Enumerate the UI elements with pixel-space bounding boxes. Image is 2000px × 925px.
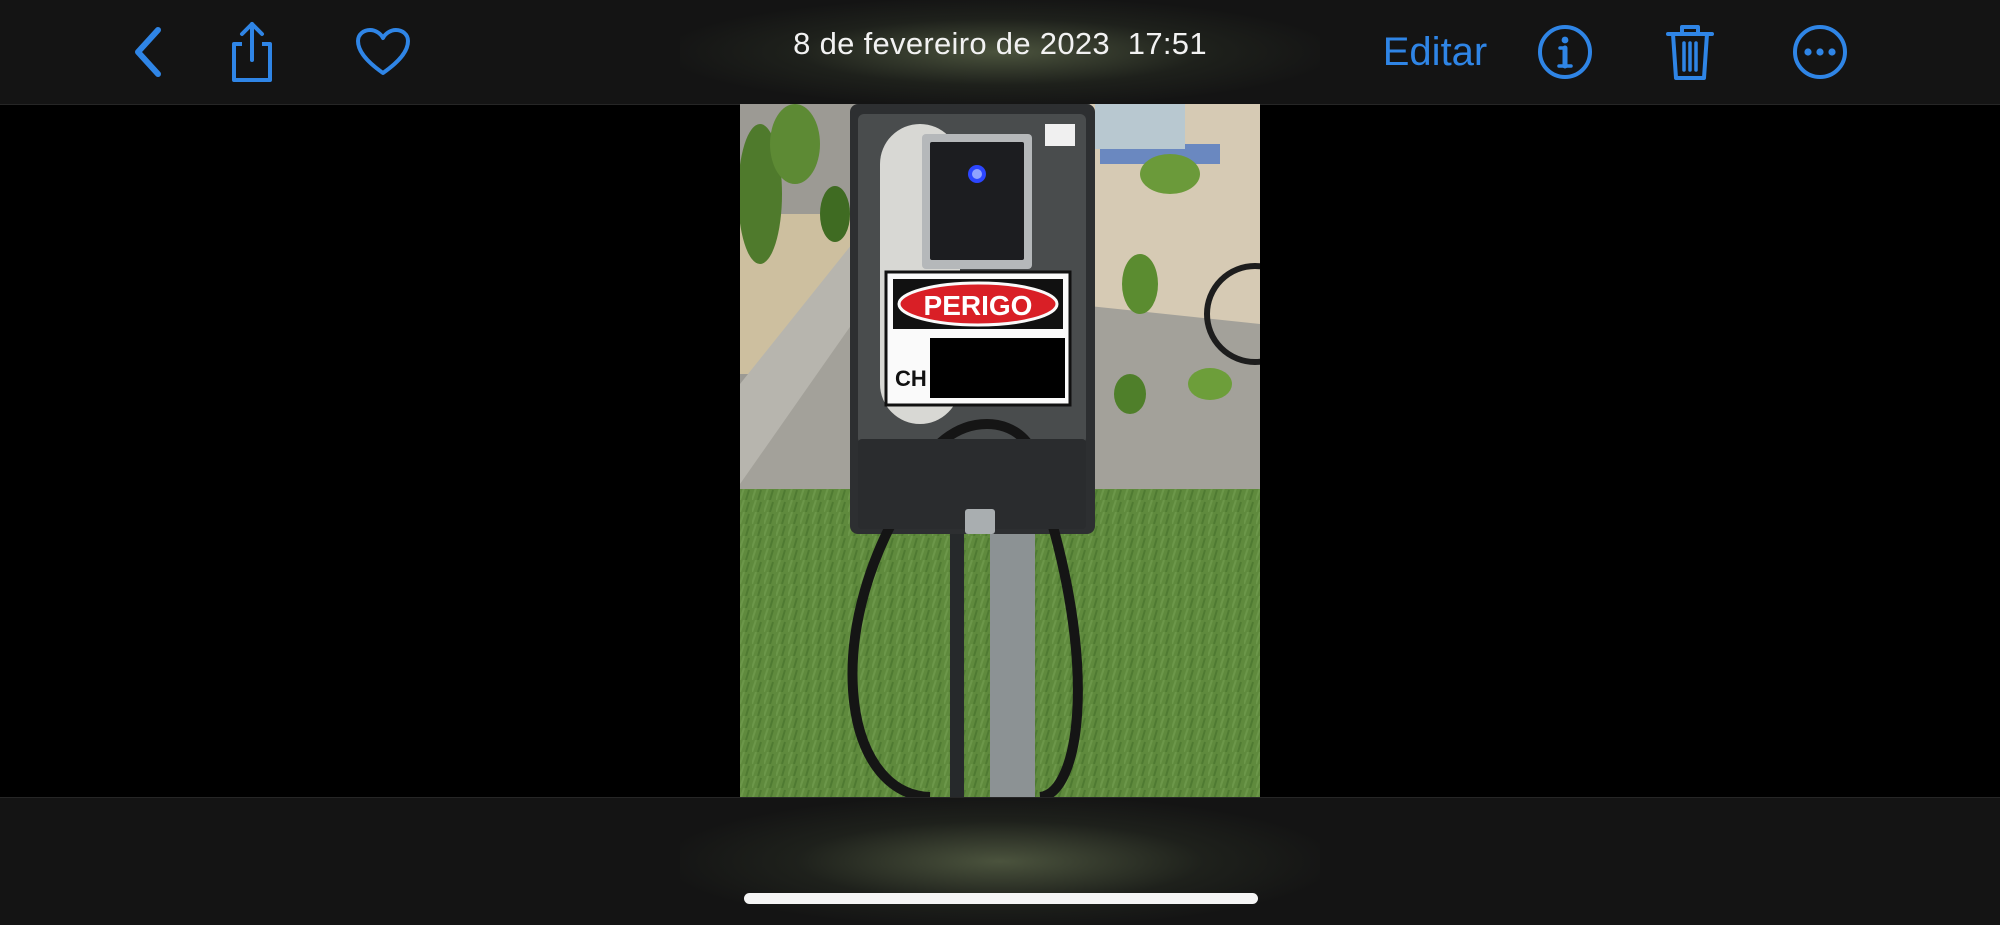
favorite-button[interactable] bbox=[345, 14, 421, 90]
home-indicator[interactable] bbox=[744, 893, 1258, 904]
info-button[interactable] bbox=[1527, 14, 1603, 90]
chevron-left-icon bbox=[135, 27, 161, 77]
bottom-toolbar bbox=[0, 797, 2000, 925]
trash-icon bbox=[1666, 25, 1714, 80]
sign-text: CH bbox=[895, 366, 927, 391]
info-icon bbox=[1538, 25, 1592, 79]
date-time-gap bbox=[1110, 26, 1128, 61]
photo-time: 17:51 bbox=[1127, 26, 1207, 61]
share-icon bbox=[232, 22, 272, 82]
top-toolbar: 8 de fevereiro de 2023 17:51 Editar bbox=[0, 0, 2000, 105]
back-button[interactable] bbox=[110, 14, 186, 90]
share-button[interactable] bbox=[214, 14, 290, 90]
delete-button[interactable] bbox=[1652, 14, 1728, 90]
photo-image: PERIGO CH bbox=[740, 104, 1260, 797]
edit-button[interactable]: Editar bbox=[1370, 25, 1500, 79]
sign-title: PERIGO bbox=[924, 290, 1033, 321]
ellipsis-icon bbox=[1793, 25, 1847, 79]
photo-viewer[interactable]: PERIGO CH bbox=[740, 104, 1260, 797]
photo-date-time: 8 de fevereiro de 2023 17:51 bbox=[700, 26, 1300, 62]
photo-date: 8 de fevereiro de 2023 bbox=[793, 26, 1110, 61]
heart-icon bbox=[356, 28, 410, 75]
more-button[interactable] bbox=[1782, 14, 1858, 90]
toolbar-glow bbox=[680, 798, 1320, 925]
